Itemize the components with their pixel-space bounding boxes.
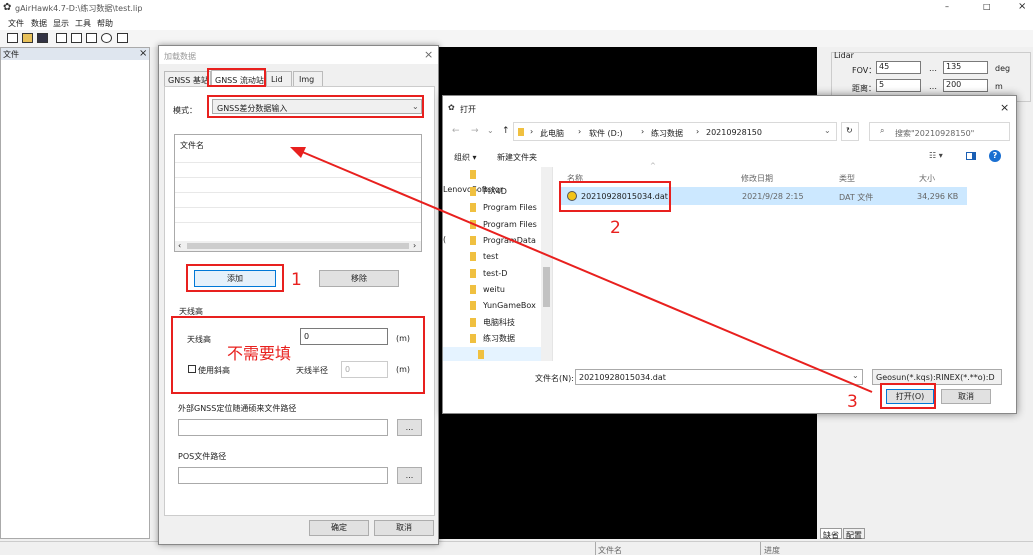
annotation-arrow bbox=[290, 147, 873, 393]
